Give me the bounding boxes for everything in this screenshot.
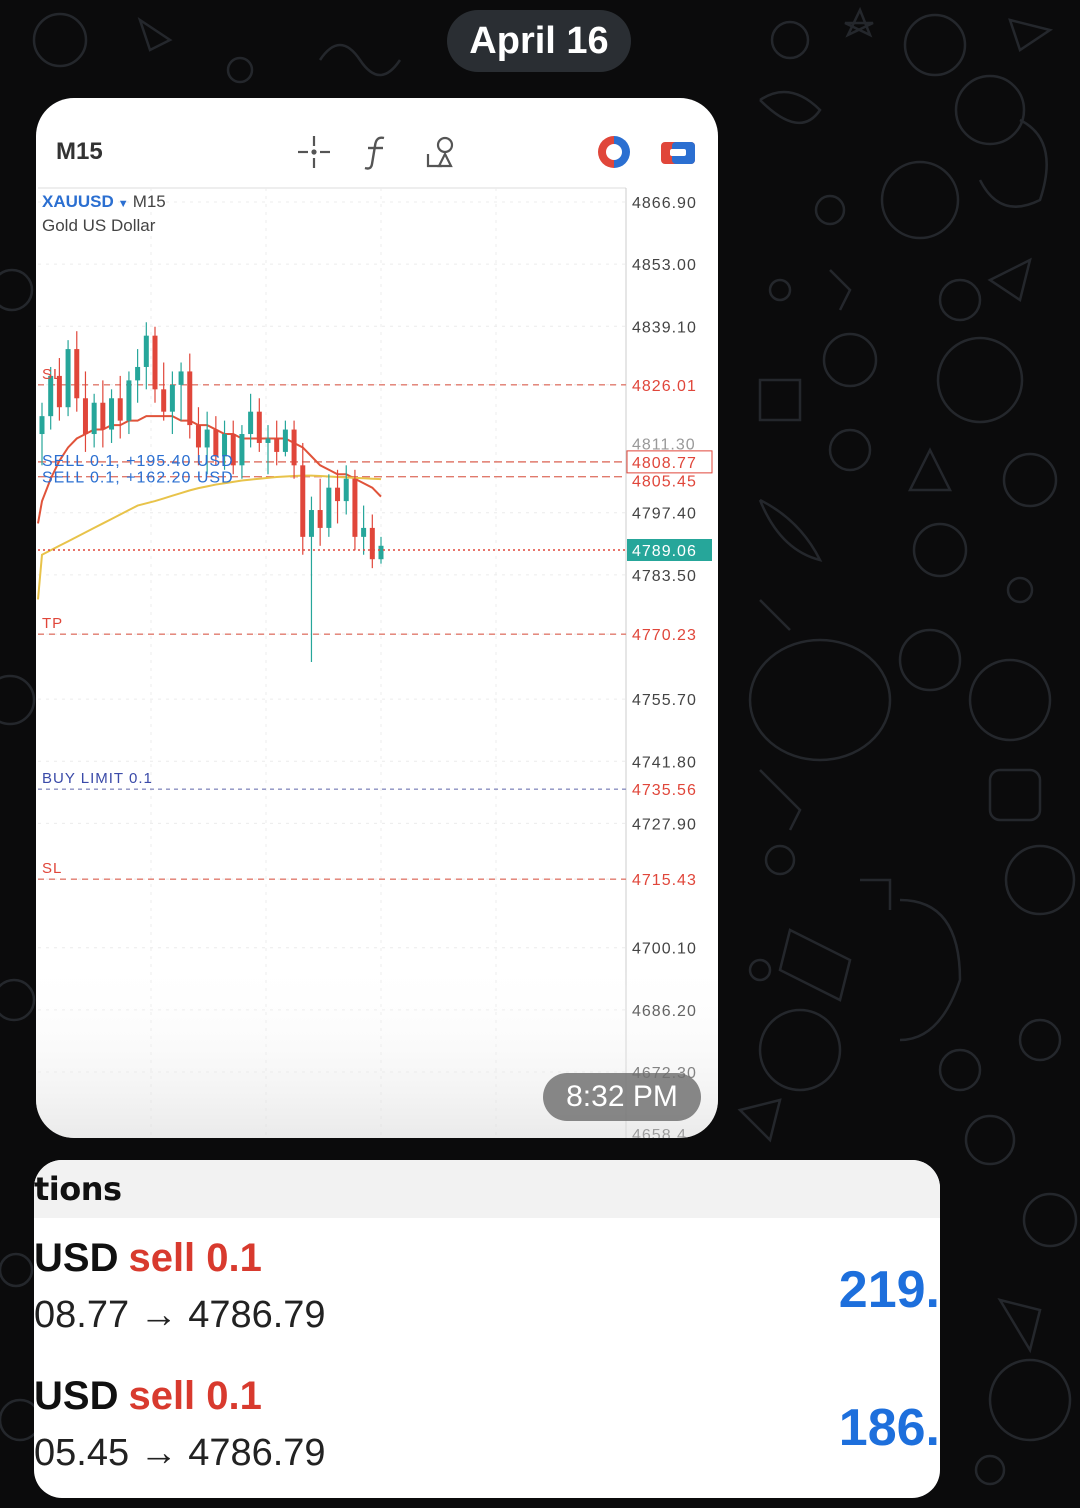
price-tick-label: 4727.90 — [632, 816, 697, 833]
price-tick-label: 4735.56 — [632, 782, 697, 799]
candle-body — [317, 510, 323, 528]
candle-body — [143, 335, 149, 367]
symbol-header[interactable]: XAUUSD ▼ M15 — [42, 192, 166, 212]
candle-body — [117, 398, 123, 421]
dropdown-arrow-icon: ▼ — [117, 198, 129, 210]
price-chart[interactable]: 4866.904853.004839.104826.014811.304808.… — [36, 98, 718, 1138]
candle-body — [343, 478, 349, 502]
candle-body — [109, 398, 115, 430]
price-tick-label: 4741.80 — [632, 754, 697, 771]
positions-header: tions — [34, 1160, 940, 1218]
candle-body — [161, 389, 167, 412]
price-tick-label: 4783.50 — [632, 568, 697, 585]
candle-body — [352, 478, 358, 537]
position-title: USD sell 0.1 — [34, 1374, 262, 1419]
chart-screenshot-message[interactable]: M15 4866.90 4853.00 4839.10 4826.01 4811.30 4… — [36, 98, 718, 1138]
price-tick-label: 4808.77 — [632, 455, 697, 472]
position-prices: 05.45 → 4786.79 — [34, 1432, 326, 1474]
candle-body — [265, 438, 271, 443]
candle-body — [39, 416, 45, 435]
order-level-label: SL — [42, 366, 62, 383]
order-level-label: BUY LIMIT 0.1 — [42, 770, 153, 787]
price-tick-label: 4826.01 — [632, 378, 697, 395]
price-tick-label: 4853.00 — [632, 257, 697, 274]
symbol-description: Gold US Dollar — [42, 216, 156, 235]
candle-body — [65, 349, 71, 408]
symbol-timeframe: M15 — [132, 192, 166, 211]
candle-body — [82, 398, 88, 435]
price-tick-label: 4797.40 — [632, 506, 697, 523]
price-tick-label: 4805.45 — [632, 474, 697, 491]
candle-body — [335, 487, 341, 502]
candle-body — [378, 545, 384, 560]
order-level-label: TP — [42, 615, 63, 632]
price-tick-label: 4755.70 — [632, 692, 697, 709]
candle-body — [152, 335, 158, 390]
candle-body — [239, 434, 245, 466]
candle-body — [195, 425, 201, 448]
position-row[interactable]: USD sell 0.1 05.45 → 4786.79 186. — [34, 1356, 940, 1494]
position-title: USD sell 0.1 — [34, 1236, 262, 1281]
candle-body — [126, 380, 132, 421]
candle-body — [74, 349, 80, 399]
price-tick-label: 4700.10 — [632, 941, 697, 958]
candle-body — [178, 371, 184, 385]
order-level-label: SELL 0.1, +162.20 USD — [42, 470, 234, 487]
candle-body — [300, 465, 306, 537]
candle-body — [282, 429, 288, 452]
date-separator: April 16 — [447, 10, 631, 72]
position-side: sell 0.1 — [128, 1374, 262, 1418]
candle-body — [291, 429, 297, 466]
position-side: sell 0.1 — [128, 1236, 262, 1280]
candle-body — [187, 371, 193, 426]
position-profit: 219. — [838, 1261, 940, 1319]
symbol-name: XAUUSD — [42, 192, 114, 211]
position-row[interactable]: USD sell 0.1 08.77 → 4786.79 219. — [34, 1218, 940, 1356]
positions-screenshot-message[interactable]: tions USD sell 0.1 08.77 → 4786.79 219. U… — [34, 1160, 940, 1498]
price-tick-label: 4789.06 — [632, 543, 697, 560]
candle-body — [326, 487, 332, 528]
position-symbol: USD — [34, 1236, 119, 1280]
candle-body — [204, 429, 210, 448]
candle-body — [100, 402, 106, 430]
candle-body — [256, 411, 262, 443]
candle-body — [361, 527, 367, 537]
order-level-label: SELL 0.1, +195.40 USD — [42, 453, 234, 470]
price-tick-label: 4866.90 — [632, 195, 697, 212]
candle-body — [248, 411, 254, 435]
candle-body — [274, 438, 280, 452]
candle-body — [308, 510, 314, 537]
order-level-label: SL — [42, 860, 62, 877]
price-tick-label: 4715.43 — [632, 872, 697, 889]
message-timestamp: 8:32 PM — [543, 1073, 701, 1121]
position-prices: 08.77 → 4786.79 — [34, 1294, 326, 1336]
price-tick-label: 4770.23 — [632, 627, 697, 644]
candle-body — [169, 384, 175, 412]
candle-body — [135, 366, 141, 381]
position-profit: 186. — [838, 1399, 940, 1457]
price-tick-label: 4839.10 — [632, 319, 697, 336]
position-symbol: USD — [34, 1374, 119, 1418]
candle-body — [369, 527, 375, 560]
candle-body — [91, 402, 97, 435]
